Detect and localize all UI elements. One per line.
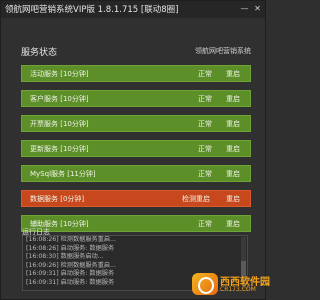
close-icon[interactable]: ✕: [252, 3, 263, 14]
restart-button[interactable]: 重启: [226, 144, 240, 154]
restart-button[interactable]: 重启: [226, 94, 240, 104]
service-status: 检测重启: [182, 195, 210, 203]
service-row-mysql: MySql服务 [11分钟] 正常 重启: [21, 165, 251, 182]
cr173-logo-icon: [192, 273, 218, 295]
restart-button[interactable]: 重启: [226, 194, 240, 204]
log-line: [16:08:30] 数据服务启动...: [26, 253, 104, 260]
watermark: 西西软件园 CR173.COM: [192, 271, 270, 299]
service-list: 活动服务 [10分钟] 正常 重启 客户服务 [10分钟] 正常 重启 开票服务…: [21, 65, 251, 240]
service-row-update: 更新服务 [10分钟] 正常 重启: [21, 140, 251, 157]
title-bar[interactable]: 领航网吧营销系统VIP版 1.8.1.715 [联动8圈] — ✕: [1, 1, 265, 18]
window-controls: — ✕: [239, 3, 263, 14]
brand-label: 领航网吧营销系统: [195, 47, 251, 55]
service-row-activity: 活动服务 [10分钟] 正常 重启: [21, 65, 251, 82]
service-status: 正常: [198, 95, 212, 103]
service-status: 正常: [198, 220, 212, 228]
minimize-icon[interactable]: —: [239, 3, 250, 14]
restart-button[interactable]: 重启: [226, 219, 240, 229]
service-status: 正常: [198, 70, 212, 78]
service-row-customer: 客户服务 [10分钟] 正常 重启: [21, 90, 251, 107]
service-row-auxiliary: 辅助服务 [10分钟] 正常 重启: [21, 215, 251, 232]
window-title: 领航网吧营销系统VIP版 1.8.1.715 [联动8圈]: [5, 5, 179, 15]
section-title: 服务状态: [21, 47, 58, 58]
service-status: 正常: [198, 145, 212, 153]
service-name: 客户服务 [10分钟]: [30, 95, 89, 103]
service-name: MySql服务 [11分钟]: [30, 170, 96, 178]
service-row-invoice: 开票服务 [10分钟] 正常 重启: [21, 115, 251, 132]
service-name: 更新服务 [10分钟]: [30, 145, 89, 153]
watermark-url: CR173.COM: [220, 286, 256, 293]
service-status-header: 服务状态 领航网吧营销系统: [21, 44, 251, 58]
service-status: 正常: [198, 170, 212, 178]
restart-button[interactable]: 重启: [226, 169, 240, 179]
service-name: 开票服务 [10分钟]: [30, 120, 89, 128]
log-line: [16:08:26] 启动服务: 数据服务: [26, 244, 115, 252]
app-window: 领航网吧营销系统VIP版 1.8.1.715 [联动8圈] — ✕ 服务状态 领…: [0, 0, 270, 300]
log-line: [16:08:26] 检测数据服务重启...: [26, 236, 116, 243]
service-row-data: 数据服务 [0分钟] 检测重启 重启: [21, 190, 251, 207]
restart-button[interactable]: 重启: [226, 119, 240, 129]
restart-button[interactable]: 重启: [226, 69, 240, 79]
service-name: 数据服务 [0分钟]: [30, 195, 85, 203]
service-status: 正常: [198, 120, 212, 128]
log-line: [16:09:26] 检测数据服务重启...: [26, 261, 116, 269]
service-name: 活动服务 [10分钟]: [30, 70, 89, 78]
